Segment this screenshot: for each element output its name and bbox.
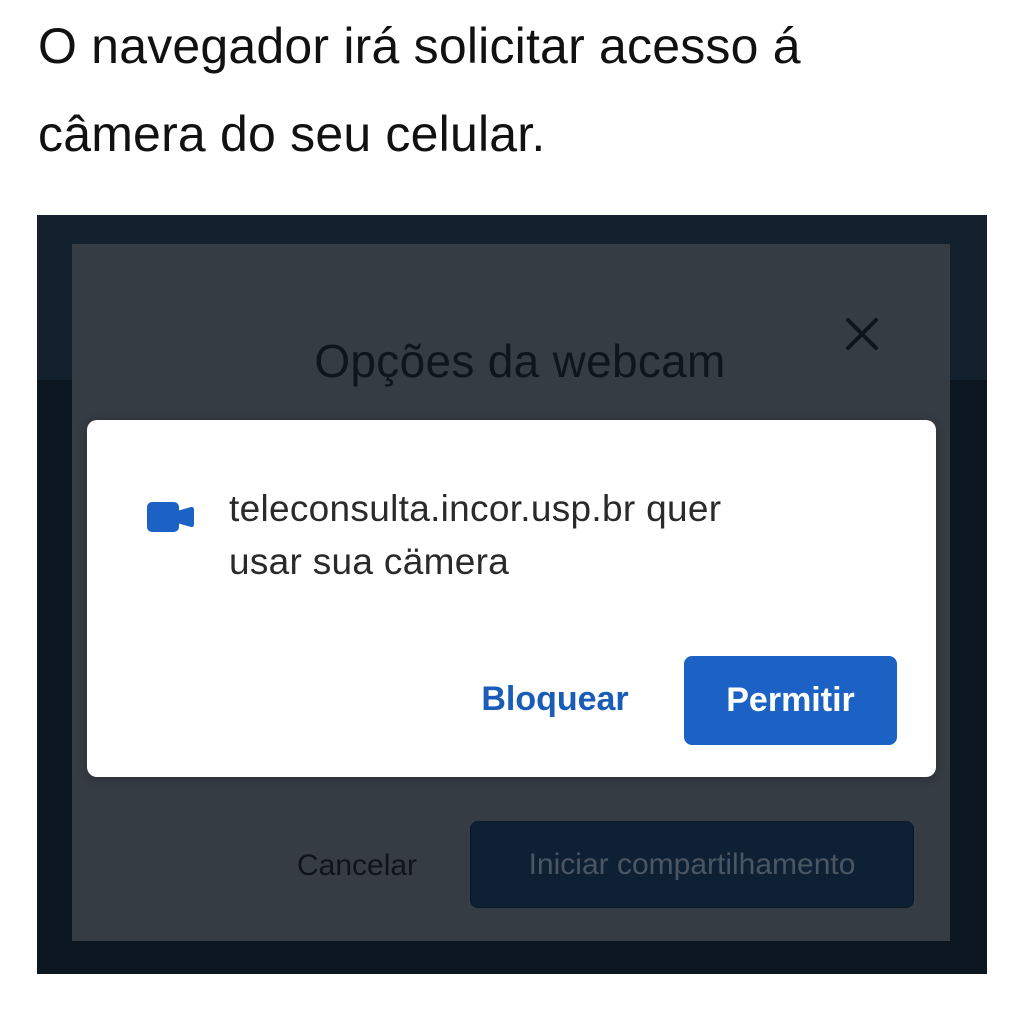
modal-title: Opções da webcam	[314, 335, 726, 387]
instruction-text: O navegador irá solicitar acesso á câmera…	[38, 2, 998, 178]
instruction-line-2: câmera do seu celular.	[38, 106, 546, 162]
camera-icon	[147, 500, 195, 534]
cancel-button[interactable]: Cancelar	[272, 844, 442, 888]
permission-message-line-2: usar sua cämera	[229, 541, 510, 582]
instruction-line-1: O navegador irá solicitar acesso á	[38, 18, 801, 74]
camera-permission-dialog: teleconsulta.incor.usp.br quer usar sua c…	[87, 420, 936, 777]
permission-message: teleconsulta.incor.usp.br quer usar sua c…	[229, 482, 829, 588]
page: O navegador irá solicitar acesso á câmera…	[0, 0, 1024, 1024]
permission-message-line-1: teleconsulta.incor.usp.br quer	[229, 488, 722, 529]
start-sharing-button[interactable]: Iniciar compartilhamento	[470, 821, 914, 908]
allow-button[interactable]: Permitir	[684, 656, 897, 745]
block-button[interactable]: Bloquear	[465, 656, 645, 742]
close-icon[interactable]	[838, 310, 886, 358]
